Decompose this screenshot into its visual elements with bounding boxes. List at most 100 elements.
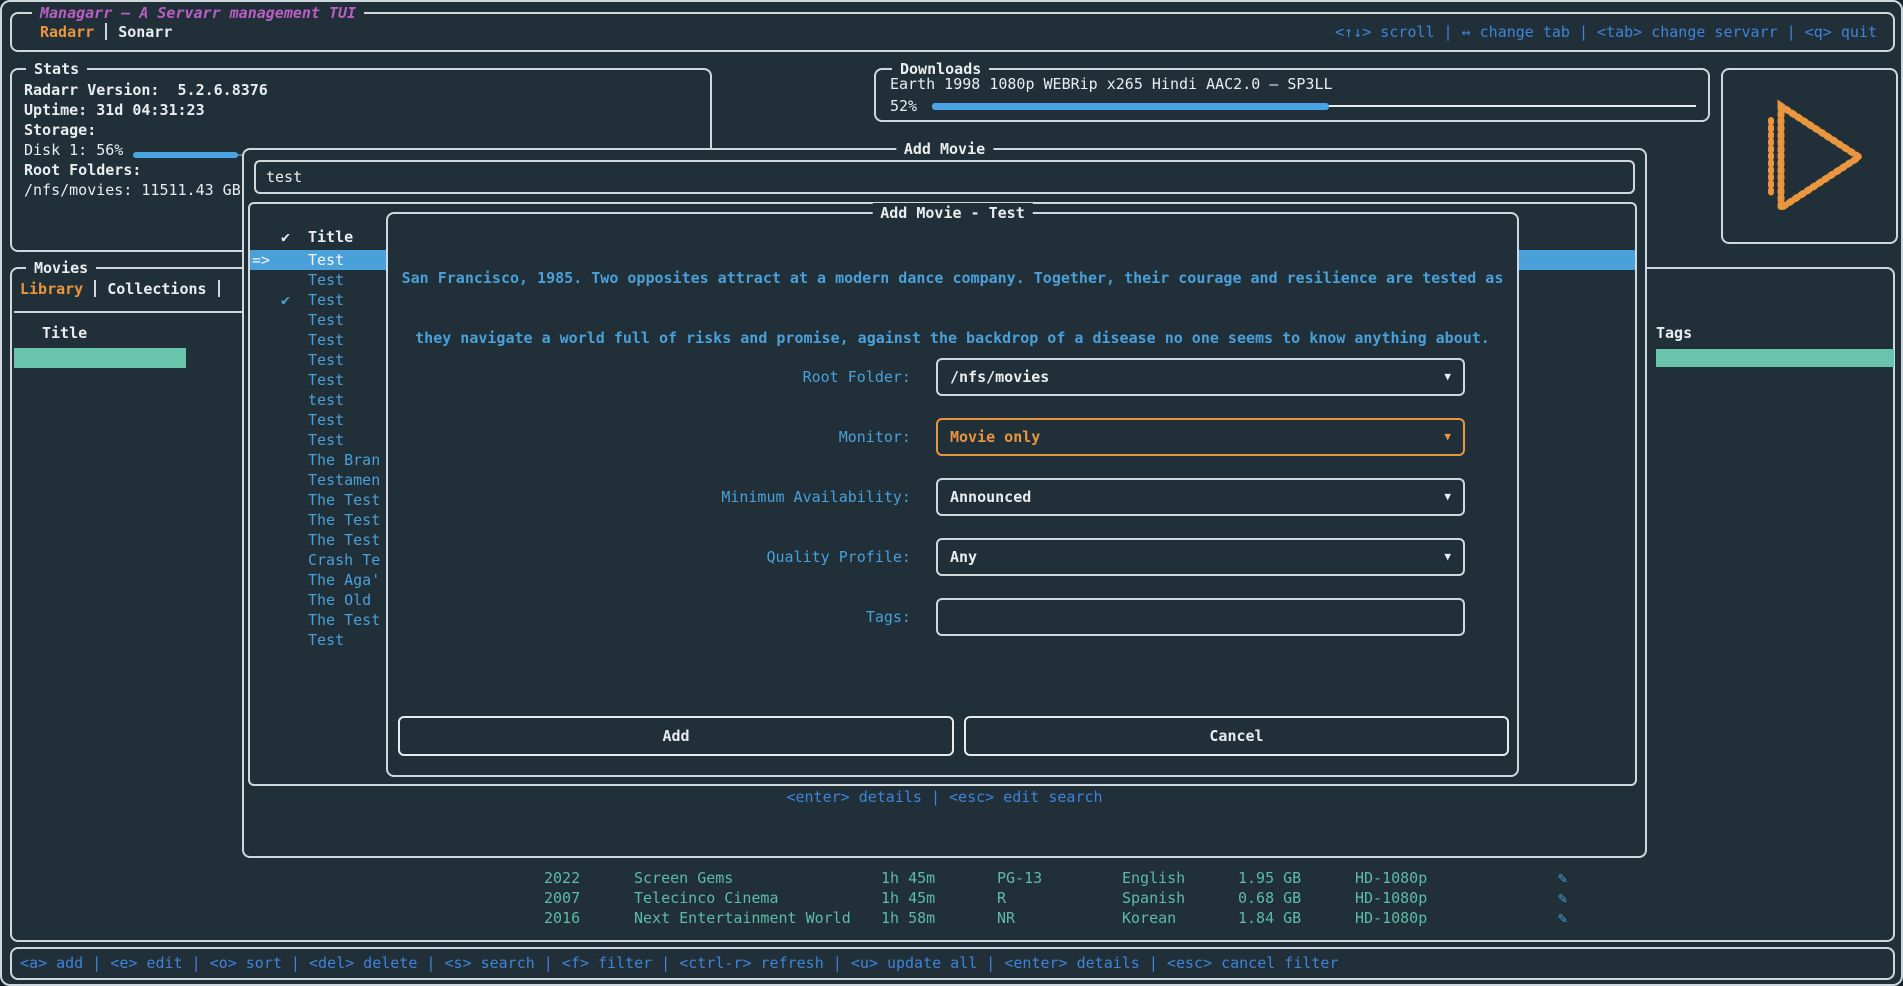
stat-version: Radarr Version: 5.2.6.8376 — [24, 80, 319, 100]
result-title: Test — [308, 630, 344, 650]
movie-list-item[interactable]: The Invitation — [14, 868, 246, 888]
detail-rating: R — [997, 888, 1006, 908]
library-tabs: Library Collections — [20, 275, 231, 303]
movie-list-item[interactable]: 1408 — [14, 828, 246, 848]
detail-language: Spanish — [1122, 888, 1185, 908]
movie-list-item[interactable]: The Conjuring: The De — [14, 408, 246, 428]
detail-runtime: 1h 45m — [881, 868, 935, 888]
field-label: Minimum Availability: — [388, 478, 920, 516]
movies-title-header: Title — [42, 324, 87, 342]
result-title: Test — [308, 330, 344, 350]
movie-list-item[interactable]: Inception — [14, 428, 246, 448]
movie-list-item[interactable]: Lights Out — [14, 808, 246, 828]
movie-list-item[interactable]: A Quiet Place — [14, 568, 246, 588]
detail-rating: PG-13 — [997, 868, 1042, 888]
movie-list-item[interactable]: Firestarter — [14, 768, 246, 788]
detail-studio: Telecinco Cinema — [634, 888, 779, 908]
movie-list-item[interactable]: The Witch — [14, 608, 246, 628]
movie-list-item[interactable]: Ma — [14, 708, 246, 728]
result-title: The Old — [308, 590, 371, 610]
movie-list-item[interactable]: Slender Man — [14, 688, 246, 708]
movie-list-item[interactable]: The Thing — [14, 468, 246, 488]
selection-arrow: => — [252, 250, 270, 270]
downloads-box: Downloads Earth 1998 1080p WEBRip x265 H… — [874, 68, 1710, 122]
header-box: Managarr — A Servarr management TUI Rada… — [10, 12, 1895, 52]
movie-list-item[interactable]: Incantation — [14, 748, 246, 768]
detail-studio: Next Entertainment World — [634, 908, 851, 928]
description-line1: San Francisco, 1985. Two opposites attra… — [388, 268, 1517, 288]
result-title: Crash Te — [308, 550, 380, 570]
logo-box — [1721, 68, 1898, 244]
field-label: Monitor: — [388, 418, 920, 456]
result-title: Test — [308, 350, 344, 370]
stat-uptime: Uptime: 31d 04:31:23 — [24, 100, 319, 120]
tags-column-header: Tags — [1656, 324, 1692, 342]
detail-quality: HD-1080p — [1355, 908, 1427, 928]
modal-title: Add Movie - Test — [872, 203, 1033, 223]
field-select[interactable]: Announced▼ — [936, 478, 1465, 516]
movie-list-item[interactable]: Nope — [14, 528, 246, 548]
movie-list-item[interactable]: Sinister 2 — [14, 648, 246, 668]
servarr-tabs: Radarr Sonarr — [40, 14, 172, 50]
movie-list-item[interactable]: The Martian — [14, 448, 246, 468]
add-button[interactable]: Add — [398, 716, 954, 756]
detail-year: 2007 — [544, 888, 580, 908]
search-input[interactable]: test — [254, 160, 1635, 194]
tab-radarr[interactable]: Radarr — [40, 23, 94, 41]
field-label: Quality Profile: — [388, 538, 920, 576]
field-row: Root Folder: /nfs/movies▼ — [388, 358, 1517, 396]
detail-language: Korean — [1122, 908, 1176, 928]
result-title: Test — [308, 410, 344, 430]
tab-collections[interactable]: Collections — [107, 280, 206, 298]
movie-list-item[interactable]: mother! — [14, 728, 246, 748]
detail-runtime: 1h 58m — [881, 908, 935, 928]
field-select[interactable] — [936, 598, 1465, 636]
field-select[interactable]: /nfs/movies▼ — [936, 358, 1465, 396]
download-progressbar — [932, 96, 1696, 116]
results-header-check-icon: ✔ — [281, 228, 290, 246]
results-header-title: Title — [308, 228, 353, 246]
selected-row-tags-highlight — [1656, 349, 1894, 367]
movie-list-item[interactable]: The Conjuring 2 — [14, 388, 246, 408]
edit-pencil-icon: ✎ — [1558, 908, 1567, 928]
field-label: Root Folder: — [388, 358, 920, 396]
field-label: Tags: — [388, 598, 920, 636]
movie-list-item[interactable]: Misery — [14, 788, 246, 808]
dropdown-arrow-icon: ▼ — [1444, 540, 1451, 574]
result-title: The Test — [308, 510, 380, 530]
result-title: The Bran — [308, 450, 380, 470]
detail-quality: HD-1080p — [1355, 888, 1427, 908]
movie-list-item[interactable]: A Quiet Place Part II — [14, 588, 246, 608]
movie-list-item[interactable]: The Girl with All the — [14, 848, 246, 868]
keybar-help: <a> add | <e> edit | <o> sort | <del> de… — [20, 954, 1339, 972]
field-row: Quality Profile: Any▼ — [388, 538, 1517, 576]
edit-pencil-icon: ✎ — [1558, 888, 1567, 908]
field-select[interactable]: Any▼ — [936, 538, 1465, 576]
header-keybind-help: <↑↓> scroll | ↔ change tab | <tab> chang… — [1335, 14, 1877, 50]
movie-list-item[interactable]: =>Dune — [14, 348, 186, 368]
movie-list-item[interactable]: Gone with the Wind — [14, 548, 246, 568]
edit-pencil-icon: ✎ — [1558, 868, 1567, 888]
tabs-underline — [14, 311, 242, 313]
result-title: Test — [308, 290, 344, 310]
movie-list-item[interactable]: Life — [14, 508, 246, 528]
movie-list: =>Dune The Conjuring The Conjuring 2 The… — [14, 348, 246, 928]
movie-list-item[interactable]: Sinister — [14, 628, 246, 648]
movie-list-item[interactable]: Alien — [14, 488, 246, 508]
tab-sonarr[interactable]: Sonarr — [118, 23, 172, 41]
tab-library[interactable]: Library — [20, 280, 83, 298]
stat-disk-label: Disk 1: 56% — [24, 141, 123, 159]
cancel-button[interactable]: Cancel — [964, 716, 1509, 756]
movie-list-item[interactable]: Train to Busan — [14, 908, 246, 928]
movie-list-item[interactable]: The Conjuring — [14, 368, 246, 388]
field-select[interactable]: Movie only ▼ — [936, 418, 1465, 456]
field-value: Movie only — [950, 428, 1040, 446]
download-progress-fill — [932, 103, 1329, 110]
field-row: Monitor: Movie only ▼ — [388, 418, 1517, 456]
movie-list-item[interactable]: The Orphanage — [14, 888, 246, 908]
dropdown-arrow-icon: ▼ — [1444, 420, 1451, 454]
movie-list-item[interactable]: Us — [14, 668, 246, 688]
detail-size: 1.84 GB — [1238, 908, 1301, 928]
detail-size: 1.95 GB — [1238, 868, 1301, 888]
result-title: Test — [308, 430, 344, 450]
